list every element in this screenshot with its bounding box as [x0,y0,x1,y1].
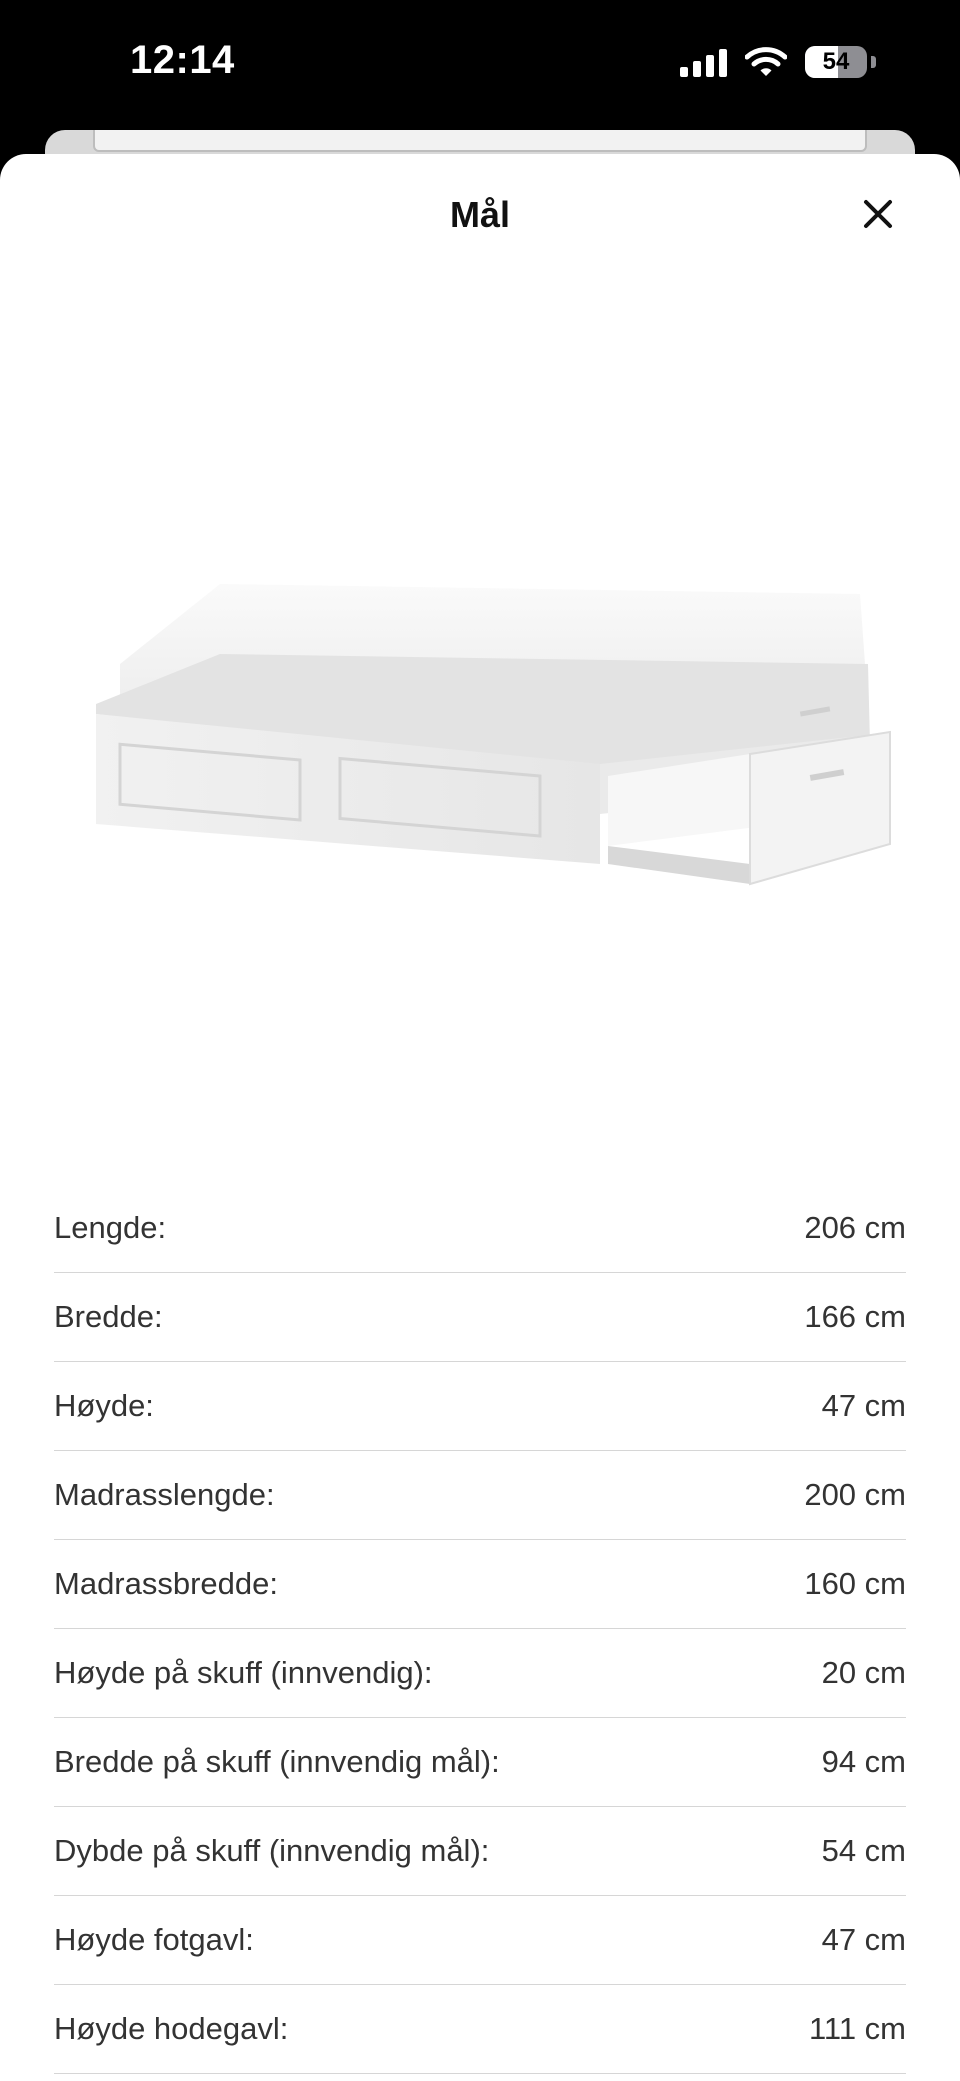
dimension-value: 160 cm [804,1566,906,1601]
dimension-value: 20 cm [821,1655,906,1690]
dimension-row-drawer-depth: Dybde på skuff (innvendig mål): 54 cm [54,1807,906,1896]
dimension-label: Bredde på skuff (innvendig mål): [54,1744,500,1779]
dimension-row-mattress-width: Madrassbredde: 160 cm [54,1540,906,1629]
dimension-value: 166 cm [804,1299,906,1334]
battery-tip [871,56,876,68]
close-icon [864,200,892,228]
dimension-label: Høyde på skuff (innvendig): [54,1655,433,1690]
sheet-title: Mål [449,194,510,235]
dimension-value: 200 cm [804,1477,906,1512]
status-time: 12:14 [130,38,235,82]
dimension-label: Høyde hodegavl: [54,2011,289,2046]
dimension-row-width: Bredde: 166 cm [54,1273,906,1362]
dimension-value: 47 cm [821,1922,906,1957]
dimension-row-headboard-height: Høyde hodegavl: 111 cm [54,1985,906,2074]
dimension-label: Lengde: [54,1210,167,1245]
wifi-icon [745,47,787,76]
dimension-label: Høyde fotgavl: [54,1922,254,1957]
status-icons: 54 [680,46,876,78]
dimensions-list: Lengde: 206 cm Bredde: 166 cm Høyde: 47 … [54,1184,906,2074]
dimension-row-drawer-width: Bredde på skuff (innvendig mål): 94 cm [54,1718,906,1807]
dimension-value: 54 cm [821,1833,906,1868]
product-image [96,584,891,886]
battery-icon: 54 [805,46,867,78]
dimension-value: 47 cm [821,1388,906,1423]
dimensions-sheet: Mål Lengde: 206 cm Bredde: 166 cm Høyde:… [0,154,960,2081]
dimension-label: Høyde: [54,1388,154,1423]
dimension-row-height: Høyde: 47 cm [54,1362,906,1451]
status-bar: 12:14 54 [0,0,960,130]
close-button[interactable] [856,192,900,236]
dimension-value: 206 cm [804,1210,906,1245]
dimension-label: Bredde: [54,1299,163,1334]
dimension-row-length: Lengde: 206 cm [54,1184,906,1273]
battery-level: 54 [822,48,850,75]
dimension-value: 111 cm [808,2011,906,2046]
dimension-value: 94 cm [821,1744,906,1779]
dimension-label: Madrassbredde: [54,1566,279,1601]
dimension-label: Madrasslengde: [54,1477,275,1512]
dimension-label: Dybde på skuff (innvendig mål): [54,1833,490,1868]
dimension-row-footboard-height: Høyde fotgavl: 47 cm [54,1896,906,1985]
dimension-row-mattress-length: Madrasslengde: 200 cm [54,1451,906,1540]
cellular-signal-icon [680,47,727,77]
dimension-row-drawer-height: Høyde på skuff (innvendig): 20 cm [54,1629,906,1718]
